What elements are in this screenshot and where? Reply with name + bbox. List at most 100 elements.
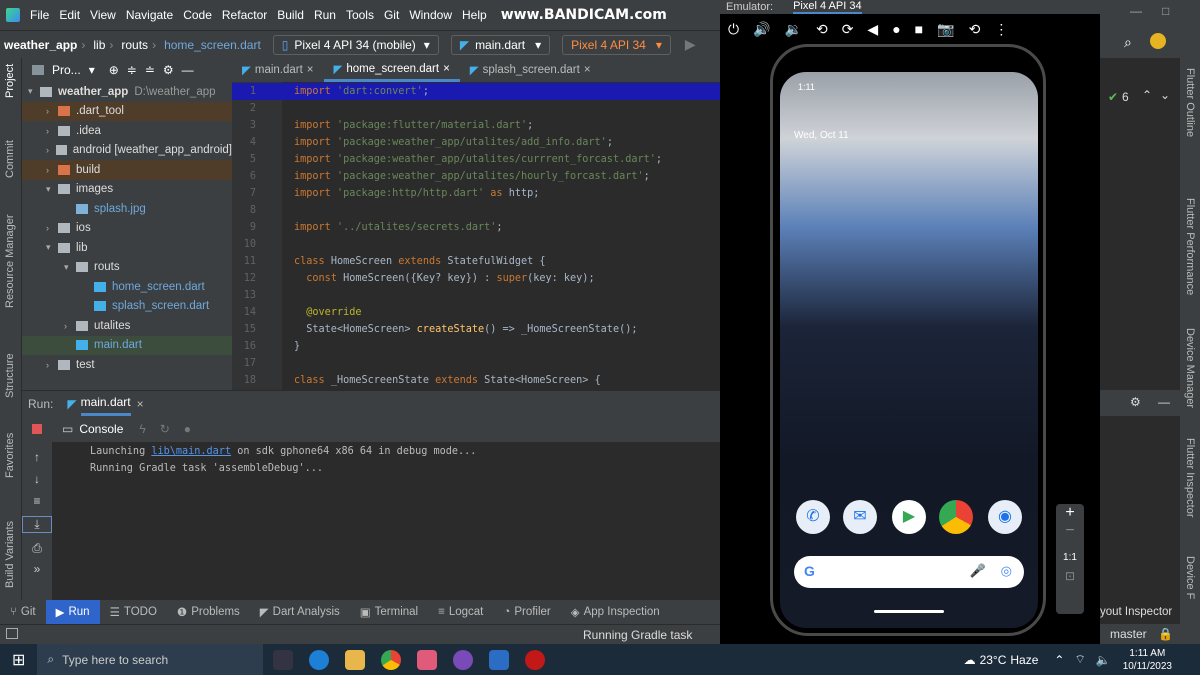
code-line[interactable]: 10 [232, 236, 720, 253]
bottom-tab-terminal[interactable]: ▣ Terminal [350, 600, 428, 624]
target-device-selector[interactable]: Pixel 4 API 34 ▾ [562, 34, 671, 55]
device-selector[interactable]: ▯ Pixel 4 API 34 (mobile) ▾ [272, 34, 439, 55]
tree-item[interactable]: home_screen.dart [22, 277, 232, 297]
messages-app-icon[interactable]: ✉ [843, 500, 877, 534]
code-line[interactable]: 3 import 'package:flutter/material.dart'; [232, 117, 720, 134]
camera-icon[interactable]: 📷 [937, 21, 954, 38]
zoom-1-1[interactable]: 1:1 [1056, 552, 1084, 563]
chevron-down-icon[interactable]: ▾ [46, 184, 58, 195]
tray-chevron-icon[interactable]: ⌃ [1054, 653, 1064, 667]
chevron-right-icon[interactable]: › [46, 360, 58, 370]
chevron-up-icon[interactable]: ⌃ [1142, 88, 1152, 102]
tool-tab-favorites[interactable]: Favorites [4, 433, 16, 478]
tree-item[interactable]: › ios [22, 219, 232, 239]
layout-toggle-icon[interactable] [6, 628, 18, 639]
chevron-down-icon[interactable]: ▾ [89, 63, 95, 77]
tool-tab-commit[interactable]: Commit [4, 140, 16, 178]
camera-app-icon[interactable]: ◉ [988, 500, 1022, 534]
chevron-down-icon[interactable]: ⌄ [1160, 88, 1170, 102]
code-line[interactable]: 7 import 'package:http/http.dart' as http… [232, 185, 720, 202]
zoom-fit-icon[interactable]: ⊡ [1056, 569, 1084, 583]
code-line[interactable]: 17 [232, 355, 720, 372]
more-icon[interactable]: » [22, 562, 52, 576]
chevron-down-icon[interactable]: ▾ [46, 242, 58, 253]
code-line[interactable]: 5 import 'package:weather_app/utalites/cu… [232, 151, 720, 168]
arrow-down-icon[interactable]: ↓ [22, 472, 52, 486]
tab-splash-screen-dart[interactable]: ◤ splash_screen.dart × [460, 58, 601, 82]
lens-icon[interactable]: ◎ [1001, 563, 1012, 579]
chrome-app-icon[interactable] [939, 500, 973, 534]
temperature[interactable]: 23°C [980, 653, 1007, 667]
phone-screen[interactable]: 1:11 Wed, Oct 11 ✆ ✉ ▶ ◉ G 🎤 ◎ [780, 72, 1038, 628]
update-icon[interactable] [1150, 33, 1166, 49]
soft-wrap-icon[interactable]: ≡ [22, 494, 52, 508]
expand-all-icon[interactable]: ≑ [127, 63, 137, 77]
breadcrumb-routs[interactable]: routs [121, 38, 148, 52]
weather-condition[interactable]: Haze [1010, 653, 1038, 667]
console-file-link[interactable]: lib\main.dart [151, 446, 231, 457]
tree-item[interactable]: splash.jpg [22, 199, 232, 219]
gear-icon[interactable]: ⚙ [163, 63, 174, 77]
bottom-tab-dart-analysis[interactable]: ◤ Dart Analysis [250, 600, 350, 624]
tool-tab-device-manager[interactable]: Device Manager [1184, 328, 1196, 408]
code-line[interactable]: 2 [232, 100, 720, 117]
bottom-tab-run[interactable]: ▶ Run [45, 600, 100, 624]
phone-app-icon[interactable]: ✆ [796, 500, 830, 534]
tree-item[interactable]: ▾ routs [22, 258, 232, 278]
code-line[interactable]: 12 const HomeScreen({Key? key}) : super(… [232, 270, 720, 287]
code-line[interactable]: 8 [232, 202, 720, 219]
chevron-down-icon[interactable]: ▾ [64, 262, 76, 273]
target-icon[interactable]: ⊕ [109, 63, 119, 77]
tab-home-screen-dart[interactable]: ◤ home_screen.dart × [323, 58, 460, 82]
project-view-selector[interactable]: Pro... [52, 63, 81, 77]
chevron-right-icon[interactable]: › [46, 145, 56, 155]
tool-tab-resource-manager[interactable]: Resource Manager [4, 214, 16, 308]
close-icon[interactable]: × [443, 63, 450, 75]
tree-item[interactable]: › .dart_tool [22, 101, 232, 121]
code-line[interactable]: 9 import '../utalites/secrets.dart'; [232, 219, 720, 236]
code-line[interactable]: 1 import 'dart:convert'; [232, 83, 720, 100]
menu-run[interactable]: Run [314, 8, 336, 22]
figma-icon[interactable] [417, 649, 438, 670]
close-icon[interactable]: × [307, 64, 314, 76]
edge-icon[interactable] [309, 649, 330, 670]
vcs-status[interactable]: master 🔒 [1100, 624, 1180, 644]
run-icon[interactable]: ▶ [685, 36, 696, 53]
scroll-to-end-icon[interactable]: ⤓ [22, 516, 52, 533]
word-icon[interactable] [489, 649, 510, 670]
zoom-out-icon[interactable]: − [1056, 522, 1084, 540]
code-line[interactable]: 13 [232, 287, 720, 304]
snapshot-icon[interactable]: ⟲ [969, 21, 981, 38]
file-explorer-icon[interactable] [345, 649, 366, 670]
tree-item[interactable]: ▾ images [22, 180, 232, 200]
code-line[interactable]: 4 import 'package:weather_app/utalites/ad… [232, 134, 720, 151]
menu-tools[interactable]: Tools [346, 8, 374, 22]
play-store-app-icon[interactable]: ▶ [892, 500, 926, 534]
rotate-left-icon[interactable]: ⟲ [816, 21, 828, 38]
tree-item[interactable]: › test [22, 355, 232, 375]
hot-reload-icon[interactable]: ϟ [139, 422, 145, 436]
breadcrumb-project[interactable]: weather_app [4, 38, 77, 52]
menu-edit[interactable]: Edit [59, 8, 80, 22]
tree-item[interactable]: › android [weather_app_android] [22, 141, 232, 161]
console-tab[interactable]: Console [79, 422, 123, 436]
menu-window[interactable]: Window [409, 8, 452, 22]
chevron-right-icon[interactable]: › [46, 106, 58, 116]
chevron-right-icon[interactable]: › [46, 126, 58, 136]
volume-down-icon[interactable]: 🔉 [785, 21, 802, 38]
tree-item[interactable]: splash_screen.dart [22, 297, 232, 317]
taskbar-search-box[interactable]: ⌕ Type here to search [37, 644, 264, 675]
tool-tab-project[interactable]: Project [4, 64, 16, 98]
bottom-tab-app-inspection[interactable]: ◈ App Inspection [561, 600, 670, 624]
code-line[interactable]: 16} [232, 338, 720, 355]
tool-tab-flutter-inspector[interactable]: Flutter Inspector [1184, 438, 1196, 517]
tool-tab-flutter-outline[interactable]: Flutter Outline [1184, 68, 1196, 137]
google-search-bar[interactable]: G 🎤 ◎ [794, 556, 1024, 588]
chevron-down-icon[interactable]: ▾ [28, 86, 40, 97]
tool-tab-build-variants[interactable]: Build Variants [4, 521, 16, 588]
gear-icon[interactable]: ⚙ [1130, 395, 1141, 409]
minimize-icon[interactable]: — [182, 63, 194, 77]
menu-code[interactable]: Code [183, 8, 212, 22]
maximize-window-icon[interactable]: □ [1162, 4, 1169, 18]
stop-icon[interactable] [32, 424, 42, 434]
